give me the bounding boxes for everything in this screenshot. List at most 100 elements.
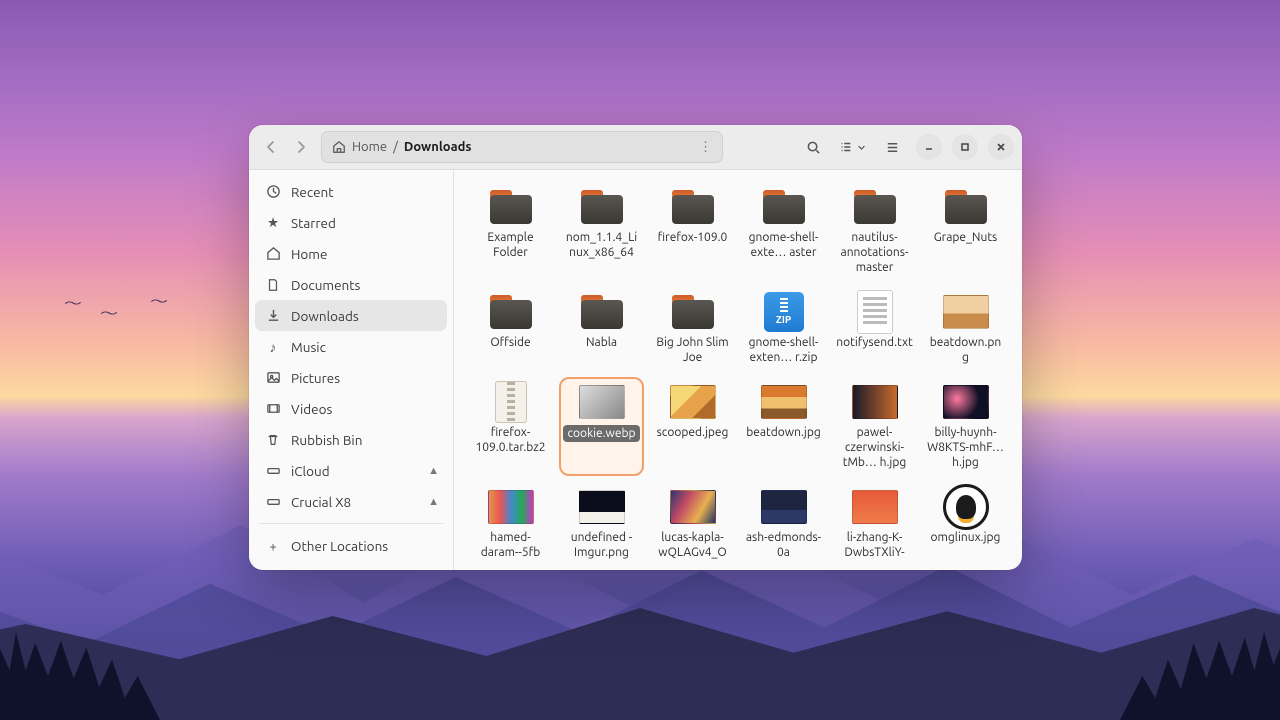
sidebar-item-downloads[interactable]: Downloads [255, 300, 447, 331]
file-label: ash-edmonds-0a [745, 530, 822, 560]
folder-icon [490, 295, 532, 329]
file-label: billy-huynh-W8KTS-mhF… h.jpg [927, 425, 1004, 470]
file-item[interactable]: beatdown.png [923, 287, 1008, 371]
pathbar[interactable]: Home / Downloads ⋮ [321, 131, 723, 163]
file-item[interactable]: Big John Slim Joe [650, 287, 735, 371]
path-menu-icon[interactable]: ⋮ [699, 140, 712, 155]
file-item[interactable]: nom_1.1.4_Linux_x86_64 [559, 182, 644, 281]
file-item[interactable]: Nabla [559, 287, 644, 371]
folder-icon [854, 190, 896, 224]
file-item[interactable]: ash-edmonds-0a [741, 482, 826, 566]
sidebar-item-starred[interactable]: ★Starred [255, 207, 447, 238]
home-icon [332, 140, 346, 154]
files-window: Home / Downloads ⋮ Recent ★Starred Ho [249, 125, 1022, 570]
sidebar-item-pictures[interactable]: Pictures [255, 362, 447, 393]
sidebar-label: Rubbish Bin [291, 432, 362, 448]
file-item[interactable]: scooped.jpeg [650, 377, 735, 476]
image-thumbnail [761, 385, 807, 419]
file-label: li-zhang-K-DwbsTXliY- [836, 530, 913, 560]
file-item[interactable]: lucas-kapla-wQLAGv4_O [650, 482, 735, 566]
sidebar-label: Home [291, 246, 327, 262]
folder-icon [945, 190, 987, 224]
crumb-current[interactable]: Downloads [404, 140, 472, 154]
sidebar-item-videos[interactable]: Videos [255, 393, 447, 424]
minimize-button[interactable] [916, 134, 942, 160]
eject-icon[interactable]: ▲ [428, 496, 439, 508]
file-label: Nabla [586, 335, 617, 350]
file-label: scooped.jpeg [657, 425, 729, 440]
sidebar-label: Crucial X8 [291, 494, 351, 510]
sidebar-item-recent[interactable]: Recent [255, 176, 447, 207]
drive-icon [265, 463, 281, 478]
crumb-home[interactable]: Home [352, 140, 387, 154]
sidebar-label: Other Locations [291, 538, 388, 554]
file-label: lucas-kapla-wQLAGv4_O [654, 530, 731, 560]
file-label: Big John Slim Joe [654, 335, 731, 365]
image-thumbnail [579, 385, 625, 419]
sidebar-item-icloud[interactable]: iCloud▲ [255, 455, 447, 486]
file-label: Offside [490, 335, 530, 350]
sidebar-item-music[interactable]: ♪Music [255, 331, 447, 362]
image-thumbnail [579, 490, 625, 524]
image-thumbnail [943, 295, 989, 329]
sidebar-item-other-locations[interactable]: +Other Locations [255, 530, 447, 561]
folder-icon [490, 190, 532, 224]
image-thumbnail [943, 385, 989, 419]
sidebar-label: Documents [291, 277, 360, 293]
crumb-sep: / [393, 140, 398, 154]
maximize-button[interactable] [952, 134, 978, 160]
file-item[interactable]: Example Folder [468, 182, 553, 281]
image-thumbnail [943, 484, 989, 530]
search-button[interactable] [799, 133, 827, 161]
drive-icon [265, 494, 281, 509]
folder-icon [672, 190, 714, 224]
file-item[interactable]: omglinux.jpg [923, 482, 1008, 566]
file-item[interactable]: notifysend.txt [832, 287, 917, 371]
file-item[interactable]: firefox-109.0.tar.bz2 [468, 377, 553, 476]
sidebar-item-trash[interactable]: Rubbish Bin [255, 424, 447, 455]
back-button[interactable] [257, 133, 285, 161]
file-label: Grape_Nuts [934, 230, 998, 245]
file-item[interactable]: Grape_Nuts [923, 182, 1008, 281]
eject-icon[interactable]: ▲ [428, 465, 439, 477]
music-icon: ♪ [265, 339, 281, 355]
sidebar-label: Pictures [291, 370, 340, 386]
home-icon [265, 246, 281, 261]
video-icon [265, 401, 281, 416]
folder-icon [672, 295, 714, 329]
file-label: omglinux.jpg [931, 530, 1001, 545]
image-thumbnail [852, 490, 898, 524]
headerbar: Home / Downloads ⋮ [249, 125, 1022, 170]
picture-icon [265, 370, 281, 385]
hamburger-menu-button[interactable] [878, 133, 906, 161]
file-item[interactable]: hamed-daram--5fb [468, 482, 553, 566]
file-item[interactable]: billy-huynh-W8KTS-mhF… h.jpg [923, 377, 1008, 476]
file-item[interactable]: gnome-shell-exte… aster [741, 182, 826, 281]
zip-label: ZIP [776, 314, 791, 327]
file-item[interactable]: pawel-czerwinski-tMb… h.jpg [832, 377, 917, 476]
file-item[interactable]: beatdown.jpg [741, 377, 826, 476]
file-item[interactable]: ZIPgnome-shell-exten… r.zip [741, 287, 826, 371]
view-list-button[interactable] [833, 133, 872, 161]
sidebar-label: Recent [291, 184, 334, 200]
text-file-icon [857, 290, 893, 334]
sidebar-separator [259, 523, 443, 524]
file-label: firefox-109.0.tar.bz2 [472, 425, 549, 455]
sidebar-item-home[interactable]: Home [255, 238, 447, 269]
file-label: beatdown.jpg [746, 425, 821, 440]
file-item[interactable]: Offside [468, 287, 553, 371]
file-grid-view[interactable]: Example Folder nom_1.1.4_Linux_x86_64 fi… [454, 170, 1022, 570]
image-thumbnail [761, 490, 807, 524]
sidebar-label: Downloads [291, 308, 359, 324]
close-button[interactable] [988, 134, 1014, 160]
folder-icon [763, 190, 805, 224]
forward-button[interactable] [287, 133, 315, 161]
sidebar-item-crucial[interactable]: Crucial X8 ▲ [255, 486, 447, 517]
sidebar-item-documents[interactable]: Documents [255, 269, 447, 300]
image-thumbnail [852, 385, 898, 419]
file-item[interactable]: nautilus-annotations-master [832, 182, 917, 281]
file-item-selected[interactable]: cookie.webp [559, 377, 644, 476]
file-item[interactable]: firefox-109.0 [650, 182, 735, 281]
file-item[interactable]: undefined - Imgur.png [559, 482, 644, 566]
file-item[interactable]: li-zhang-K-DwbsTXliY- [832, 482, 917, 566]
